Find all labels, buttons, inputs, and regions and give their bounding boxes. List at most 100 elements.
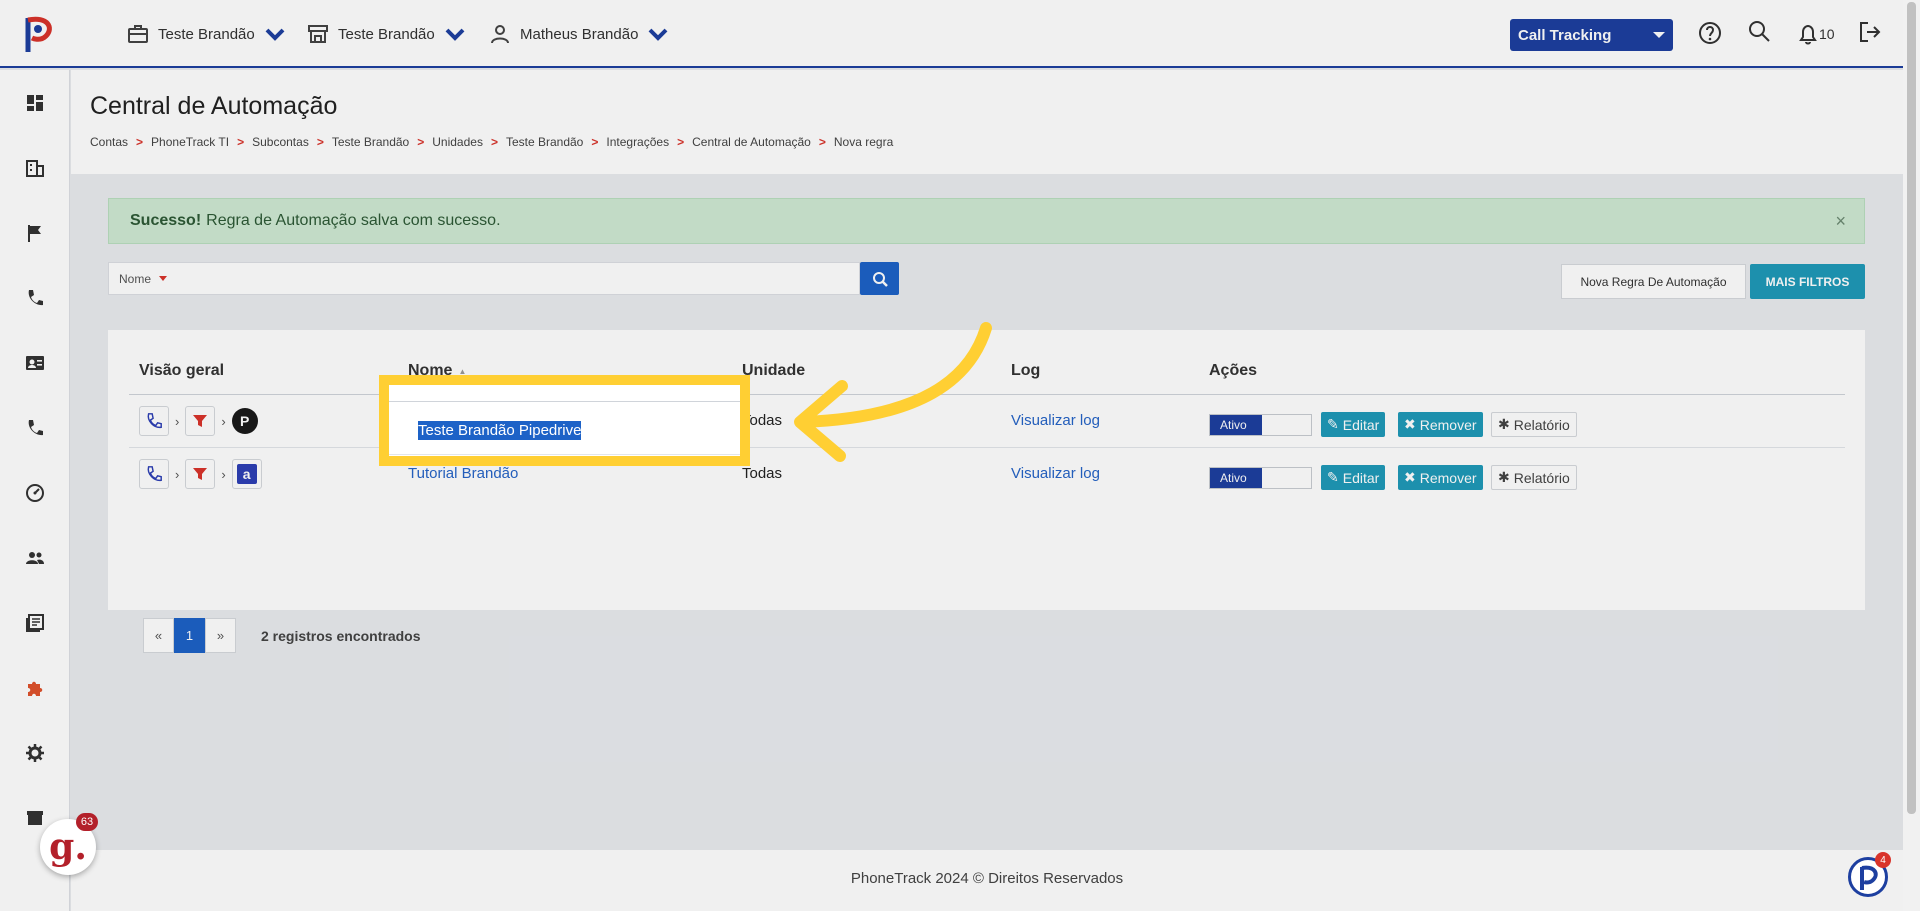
chevron-right-icon: › — [175, 466, 180, 482]
records-count: 2 registros encontrados — [261, 628, 421, 644]
breadcrumb-separator: > — [591, 135, 599, 149]
subaccount-menu[interactable]: Teste Brandão — [306, 22, 467, 46]
breadcrumb-item[interactable]: Subcontas — [252, 135, 309, 149]
column-header-overview: Visão geral — [139, 362, 225, 379]
table-row-overview: › › a — [139, 459, 262, 489]
phonetrack-logo-icon[interactable] — [22, 14, 56, 54]
user-menu[interactable]: Matheus Brandão — [488, 22, 670, 46]
page-title: Central de Automação — [90, 92, 338, 120]
rule-name-link[interactable]: Tutorial Brandão — [408, 465, 518, 482]
account-menu-label: Teste Brandão — [158, 25, 255, 43]
footer-text: PhoneTrack 2024 © Direitos Reservados — [850, 870, 1124, 887]
success-alert: Sucesso! Regra de Automação salva com su… — [108, 198, 1865, 244]
book-icon[interactable] — [25, 613, 45, 633]
pagination: « 1 » — [143, 618, 236, 653]
bell-icon[interactable] — [1795, 21, 1821, 47]
breadcrumb-item[interactable]: Integrações — [606, 135, 669, 149]
remove-button[interactable]: ✖ Remover — [1398, 412, 1483, 437]
pagination-next[interactable]: » — [205, 618, 236, 653]
pointer-arrow-icon — [794, 322, 992, 462]
view-log-link[interactable]: Visualizar log — [1011, 412, 1100, 429]
search-button[interactable] — [860, 262, 899, 295]
account-menu[interactable]: Teste Brandão — [126, 22, 287, 46]
filter-icon — [185, 459, 216, 489]
highlighted-rule-name[interactable]: Teste Brandão Pipedrive — [418, 421, 582, 440]
status-toggle[interactable]: Ativo — [1209, 414, 1312, 436]
subaccount-menu-label: Teste Brandão — [338, 25, 435, 43]
phone-call-icon — [139, 459, 169, 489]
puzzle-icon[interactable] — [25, 678, 45, 698]
users-icon[interactable] — [25, 548, 45, 568]
remove-button-label: Remover — [1419, 416, 1477, 433]
caret-down-icon — [159, 276, 168, 281]
report-button[interactable]: ✱ Relatório — [1491, 412, 1577, 437]
breadcrumb-item[interactable]: Central de Automação — [692, 135, 811, 149]
search-icon — [872, 271, 888, 287]
chevron-right-icon: › — [221, 466, 226, 482]
breadcrumb-separator: > — [417, 135, 425, 149]
breadcrumb-item[interactable]: Teste Brandão — [506, 135, 583, 149]
table-row-overview: › › P — [139, 406, 258, 436]
logout-icon[interactable] — [1857, 19, 1883, 45]
phone-call-icon[interactable] — [25, 418, 45, 438]
more-filters-button[interactable]: MAIS FILTROS — [1750, 264, 1865, 299]
scrollbar-thumb[interactable] — [1907, 2, 1916, 814]
breadcrumb-item[interactable]: Teste Brandão — [332, 135, 409, 149]
pagination-prev[interactable]: « — [143, 618, 174, 653]
edit-button-label: Editar — [1342, 469, 1380, 486]
breadcrumb-item[interactable]: PhoneTrack TI — [151, 135, 229, 149]
phonetrack-chat-count: 4 — [1875, 852, 1891, 868]
highlight-box: Teste Brandão Pipedrive — [379, 375, 750, 466]
status-toggle[interactable]: Ativo — [1209, 467, 1312, 489]
search-icon[interactable] — [1746, 18, 1772, 44]
chevron-right-icon: › — [221, 413, 226, 429]
gauge-icon[interactable] — [25, 483, 45, 503]
breadcrumb-item[interactable]: Unidades — [432, 135, 483, 149]
caret-down-icon — [1653, 32, 1665, 38]
pagination-page[interactable]: 1 — [174, 618, 205, 653]
breadcrumb-separator: > — [818, 135, 826, 149]
integration-icon: a — [231, 459, 262, 489]
remove-button[interactable]: ✖ Remover — [1398, 465, 1483, 490]
chevron-right-icon: › — [175, 413, 180, 429]
view-log-link[interactable]: Visualizar log — [1011, 465, 1100, 482]
edit-button[interactable]: ✎ Editar — [1321, 412, 1386, 437]
top-bar: Teste Brandão Teste Brandão Matheus Bran… — [0, 0, 1903, 68]
flag-icon[interactable] — [25, 223, 45, 243]
bug-icon: ✱ — [1498, 469, 1510, 485]
new-rule-button[interactable]: Nova Regra De Automação — [1561, 264, 1746, 299]
bug-icon: ✱ — [1498, 416, 1510, 432]
phone-call-icon — [139, 406, 169, 436]
gear-icon[interactable] — [25, 743, 45, 763]
filter-field-select[interactable]: Nome — [108, 262, 860, 295]
pencil-icon: ✎ — [1327, 469, 1339, 485]
shop-icon[interactable] — [25, 808, 45, 828]
breadcrumb-item[interactable]: Contas — [90, 135, 128, 149]
product-select[interactable]: Call Tracking — [1510, 19, 1673, 51]
column-header-actions: Ações — [1209, 362, 1258, 379]
building-icon[interactable] — [25, 158, 45, 178]
chevron-down-icon — [445, 28, 465, 41]
help-icon[interactable] — [1697, 20, 1723, 46]
contact-card-icon[interactable] — [25, 353, 45, 373]
breadcrumb-item-current: Nova regra — [833, 135, 894, 149]
alert-strong: Sucesso! — [130, 212, 202, 229]
footer: PhoneTrack 2024 © Direitos Reservados — [71, 850, 1903, 911]
notification-count: 10 — [1819, 26, 1835, 42]
sidebar — [0, 70, 70, 911]
product-select-value: Call Tracking — [1518, 26, 1612, 44]
user-icon — [491, 25, 509, 44]
store-icon — [308, 25, 328, 43]
briefcase-icon — [128, 25, 148, 43]
breadcrumb-separator: > — [136, 135, 144, 149]
integration-letter: a — [236, 464, 257, 484]
highlight-row-divider — [389, 401, 740, 402]
close-icon[interactable]: × — [1835, 211, 1846, 232]
report-button[interactable]: ✱ Relatório — [1491, 465, 1577, 490]
report-button-label: Relatório — [1513, 469, 1570, 486]
alert-message: Regra de Automação salva com sucesso. — [206, 212, 501, 229]
edit-button[interactable]: ✎ Editar — [1321, 465, 1386, 490]
phone-icon[interactable] — [25, 288, 45, 308]
pipedrive-icon: P — [231, 408, 258, 434]
dashboard-icon[interactable] — [25, 93, 45, 113]
